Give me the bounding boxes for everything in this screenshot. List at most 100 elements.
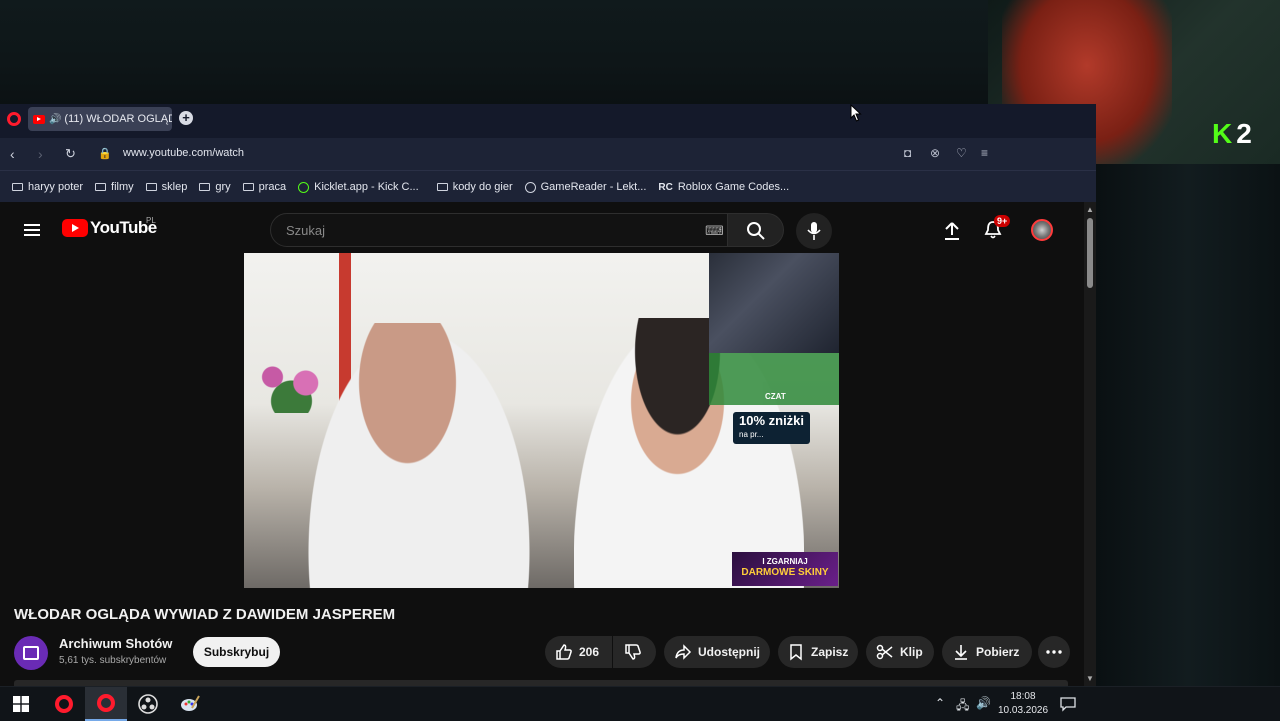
notification-count-badge: 9+ — [994, 215, 1011, 227]
search-icon — [747, 222, 765, 240]
subscribe-button[interactable]: Subskrybuj — [193, 637, 280, 667]
volume-icon[interactable]: 🔊 — [976, 696, 991, 710]
search-input[interactable] — [284, 222, 688, 239]
country-code: PL — [146, 216, 156, 225]
browser-window: 🔊 (11) WŁODAR OGLĄDA WYWIAD Z DAWIDEM JA… — [0, 104, 1096, 686]
tab-youtube[interactable]: 🔊 (11) WŁODAR OGLĄDA WYWIAD Z DAWIDEM JA… — [28, 107, 172, 131]
bookmark-gry[interactable]: gry — [199, 181, 231, 193]
address-bar: ‹ › ↻ 🔒 www.youtube.com/watch ◘ ⊗ ♡ ≡ — [0, 138, 1096, 170]
promo-overlay: 10% zniżki na pr... — [733, 412, 811, 444]
video-player[interactable]: CZAT 10% zniżki na pr... I ZGARNIAJ DARM… — [244, 253, 839, 588]
search-box: ⌨ — [270, 213, 728, 247]
hamburger-menu-icon[interactable] — [24, 224, 40, 236]
taskbar-opera-gx[interactable] — [85, 687, 127, 721]
more-dots-icon — [1046, 650, 1062, 654]
reload-icon[interactable]: ↻ — [65, 146, 76, 162]
share-icon — [675, 644, 692, 660]
youtube-page: YouTube PL ⌨ 9+ CZAT 10% zniżk — [0, 202, 1084, 686]
kick-logo: K2 — [1212, 118, 1252, 149]
thumbs-down-icon — [625, 644, 641, 660]
paint-icon — [181, 695, 200, 711]
share-button[interactable]: Udostępnij — [664, 636, 770, 668]
dislike-button[interactable] — [613, 636, 656, 668]
bookmark-filmy[interactable]: filmy — [95, 181, 134, 193]
skins-banner: I ZGARNIAJ DARMOWE SKINY — [732, 552, 838, 586]
scrollbar-thumb[interactable] — [1087, 218, 1093, 288]
mouse-cursor-icon — [850, 104, 862, 122]
kicklet-icon — [298, 181, 310, 193]
like-count: 206 — [579, 645, 600, 659]
page-scrollbar[interactable]: ▲ ▼ — [1084, 202, 1096, 686]
scroll-up-icon[interactable]: ▲ — [1086, 205, 1094, 214]
url-field[interactable]: www.youtube.com/watch — [123, 147, 244, 159]
account-avatar[interactable] — [1031, 219, 1053, 241]
scroll-down-icon[interactable]: ▼ — [1086, 674, 1094, 683]
notification-center-icon[interactable] — [1060, 696, 1076, 712]
stream-chat-overlay: CZAT — [709, 353, 839, 405]
opera-icon — [55, 695, 73, 713]
bookmark-kody-do-gier[interactable]: kody do gier — [436, 181, 513, 193]
bookmark-praca[interactable]: praca — [242, 181, 286, 193]
microphone-icon — [807, 222, 821, 240]
taskbar-paint[interactable] — [169, 687, 211, 721]
download-button[interactable]: Pobierz — [942, 636, 1032, 668]
bookmark-gamereader[interactable]: GameReader - Lekt... — [524, 181, 646, 193]
adblock-icon[interactable]: ⊗ — [930, 146, 940, 160]
bookmark-haryy-poter[interactable]: haryy poter — [12, 181, 83, 193]
folder-icon — [242, 183, 254, 191]
rc-icon: RC — [658, 181, 673, 193]
youtube-logo[interactable]: YouTube PL — [62, 216, 157, 238]
forward-icon[interactable]: › — [38, 146, 43, 162]
desktop-background — [0, 0, 988, 104]
video-person-left — [304, 323, 534, 588]
voice-search-button[interactable] — [796, 213, 832, 249]
keyboard-icon[interactable]: ⌨ — [705, 223, 724, 239]
clip-button[interactable]: Klip — [866, 636, 934, 668]
channel-name[interactable]: Archiwum Shotów — [59, 636, 172, 651]
search-button[interactable] — [728, 213, 784, 247]
tray-chevron-icon[interactable]: ⌃ — [935, 696, 945, 710]
network-icon[interactable]: 🖧 — [956, 696, 969, 717]
more-actions-button[interactable] — [1038, 636, 1070, 668]
subscriber-count: 5,61 tys. subskrybentów — [59, 655, 167, 666]
obs-icon — [138, 694, 158, 714]
folder-icon — [199, 183, 211, 191]
gamereader-icon — [524, 181, 536, 193]
upload-icon[interactable] — [943, 221, 961, 241]
bookmark-roblox-codes[interactable]: RC Roblox Game Codes... — [658, 181, 789, 193]
bookmarks-bar: haryy poter filmy sklep gry praca Kickle… — [0, 170, 1096, 203]
start-button[interactable] — [0, 687, 42, 721]
snapshot-icon[interactable]: ◘ — [904, 146, 911, 160]
scissors-icon — [876, 644, 893, 660]
system-clock[interactable]: 18:08 10.03.2026 — [998, 690, 1048, 718]
save-button[interactable]: Zapisz — [778, 636, 858, 668]
tab-bar: 🔊 (11) WŁODAR OGLĄDA WYWIAD Z DAWIDEM JA… — [0, 104, 1096, 138]
menu-icon[interactable]: ≡ — [981, 146, 988, 160]
folder-icon — [436, 183, 448, 191]
streamer-cam-overlay — [709, 253, 839, 353]
desktop-background-right — [1096, 164, 1280, 686]
folder-icon — [145, 183, 157, 191]
bookmark-kicklet[interactable]: Kicklet.app - Kick C... — [298, 181, 419, 193]
channel-avatar[interactable] — [14, 636, 48, 670]
folder-icon — [12, 183, 23, 191]
tab-title: (11) WŁODAR OGLĄDA WYWIAD Z DAWIDEM JASP… — [64, 113, 172, 125]
lock-icon[interactable]: 🔒 — [98, 147, 112, 160]
back-icon[interactable]: ‹ — [10, 146, 15, 162]
like-button[interactable]: 206 — [545, 636, 612, 668]
taskbar-obs[interactable] — [127, 687, 169, 721]
opera-menu-icon[interactable] — [7, 112, 21, 126]
windows-icon — [13, 696, 29, 712]
speaker-icon[interactable]: 🔊 — [49, 114, 61, 125]
folder-icon — [95, 183, 107, 191]
new-tab-button[interactable]: + — [179, 111, 193, 125]
taskbar: ⌃ 🖧 🔊 18:08 10.03.2026 — [0, 686, 1280, 721]
bookmark-icon — [790, 644, 802, 661]
bookmark-sklep[interactable]: sklep — [145, 181, 187, 193]
taskbar-opera[interactable] — [43, 687, 85, 721]
heart-icon[interactable]: ♡ — [956, 146, 967, 160]
video-title: WŁODAR OGLĄDA WYWIAD Z DAWIDEM JASPEREM — [14, 606, 396, 623]
youtube-favicon-icon — [33, 114, 45, 124]
opera-gx-icon — [97, 694, 115, 712]
download-icon — [955, 645, 967, 660]
